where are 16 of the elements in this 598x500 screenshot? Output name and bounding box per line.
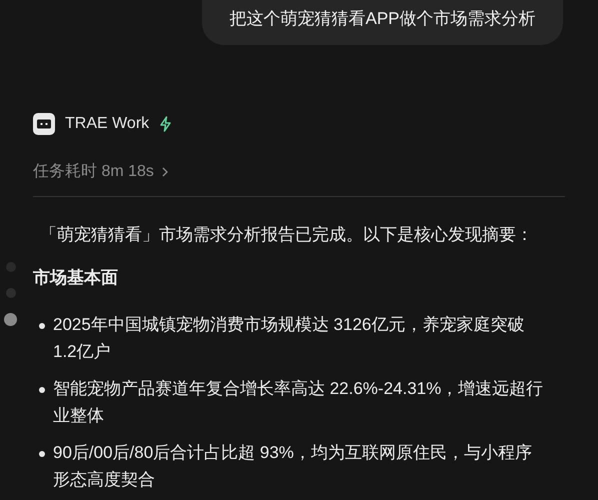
scroll-dot-icon <box>6 288 16 298</box>
task-time-link[interactable]: 任务耗时 8m 18s <box>33 160 154 184</box>
section-heading: 市场基本面 <box>33 267 119 289</box>
bot-logo-icon <box>33 112 55 134</box>
bullet-icon <box>39 386 45 392</box>
agent-name: TRAE Work <box>65 114 150 134</box>
scroll-dot-icon <box>4 313 17 326</box>
bullet-icon <box>39 322 45 328</box>
bullet-text: 智能宠物产品赛道年复合增长率高达 22.6%-24.31%，增速远超行业整体 <box>53 378 544 426</box>
bullet-text: 2025年中国城镇宠物消费市场规模达 3126亿元，养宠家庭突破 1.2亿户 <box>53 314 526 362</box>
bullet-icon <box>39 450 45 456</box>
summary-text: 「萌宠猜猜看」市场需求分析报告已完成。以下是核心发现摘要： <box>40 224 534 246</box>
bullet-text: 90后/00后/80后合计占比超 93%，均为互联网原住民，与小程序形态高度契合 <box>53 442 533 490</box>
user-message: 把这个萌宠猜猜看APP做个市场需求分析 <box>202 0 563 44</box>
lightning-icon <box>159 116 172 132</box>
chevron-right-icon[interactable] <box>162 166 168 176</box>
